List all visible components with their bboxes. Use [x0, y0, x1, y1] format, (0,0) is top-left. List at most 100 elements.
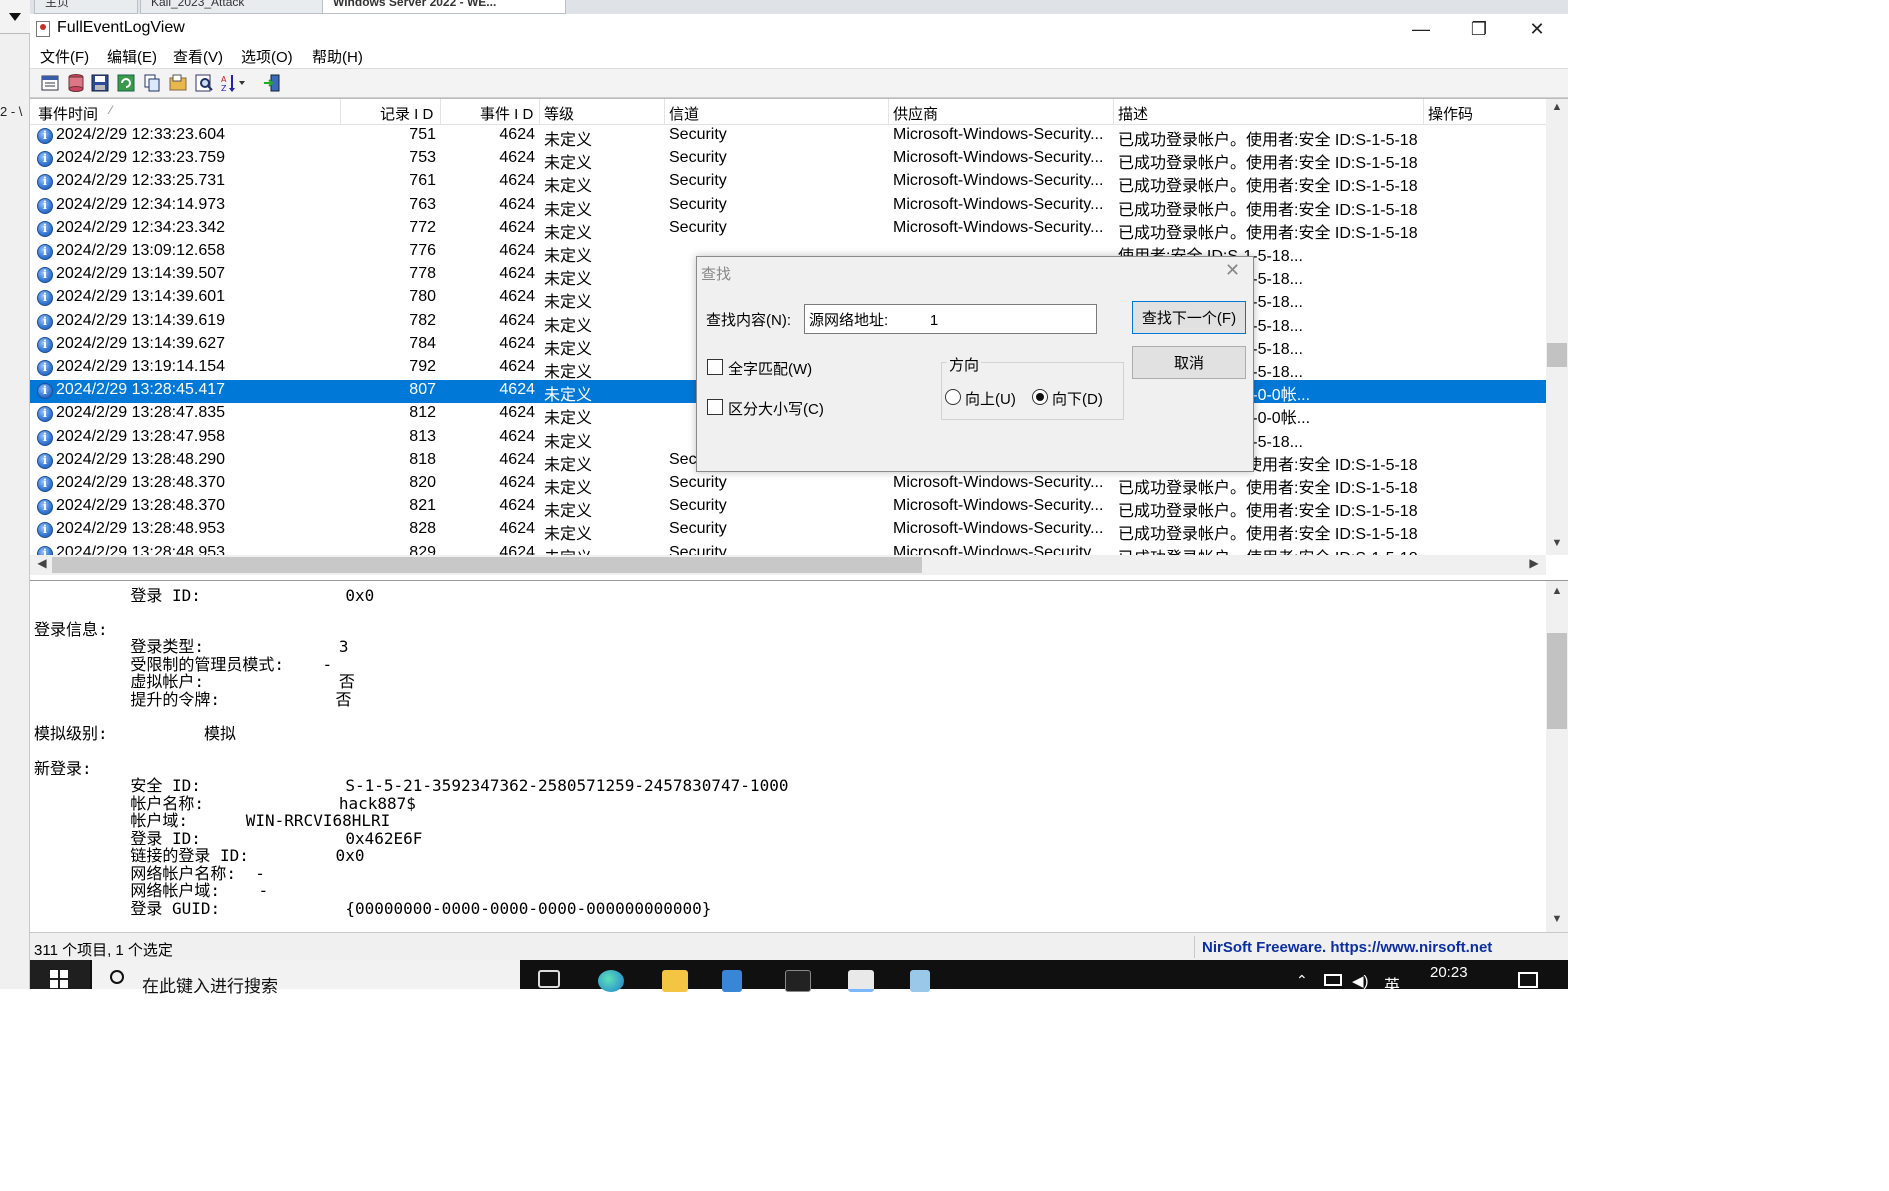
direction-down-label[interactable]: 向下(D) — [1052, 388, 1103, 409]
column-header-level[interactable]: 等级 — [544, 103, 574, 124]
menu-help[interactable]: 帮助(H) — [312, 46, 363, 67]
column-divider[interactable] — [1423, 99, 1424, 125]
notification-icon[interactable] — [1518, 972, 1538, 988]
table-row[interactable]: i 2024/2/29 13:28:48.370 820 4624 未定义 Securit… — [30, 473, 1546, 497]
table-row[interactable]: i 2024/2/29 12:33:25.731 761 4624 未定义 Securit… — [30, 171, 1546, 195]
find-what-input[interactable]: 源网络地址: 1 — [804, 304, 1097, 334]
column-header-time[interactable]: 事件时间 — [38, 103, 98, 124]
cell-level: 未定义 — [544, 224, 593, 242]
host-dropdown-button[interactable] — [0, 0, 30, 34]
edge-browser-icon[interactable] — [598, 970, 624, 992]
match-case-label[interactable]: 区分大小写(C) — [728, 398, 824, 419]
exit-icon[interactable] — [262, 73, 282, 93]
table-row[interactable]: i 2024/2/29 12:34:14.973 763 4624 未定义 Securit… — [30, 195, 1546, 219]
cell-event-id: 4624 — [499, 311, 535, 329]
database-icon[interactable] — [66, 73, 86, 93]
minimize-button[interactable]: — — [1392, 14, 1450, 44]
cell-provider: Microsoft-Windows-Security... — [893, 474, 1104, 491]
start-button[interactable] — [30, 960, 90, 989]
cell-event-time: 2024/2/29 13:09:12.658 — [56, 242, 226, 259]
table-row[interactable]: i 2024/2/29 12:33:23.604 751 4624 未定义 Securit… — [30, 125, 1546, 149]
scroll-down-arrow-icon[interactable]: ▼ — [1546, 913, 1568, 929]
cell-description: 已成功登录帐户。使用者:安全 ID:S-1-5-18... — [1118, 544, 1418, 555]
notepad-icon[interactable] — [910, 970, 930, 992]
scroll-left-arrow-icon[interactable]: ◀ — [34, 556, 50, 574]
column-header-provider[interactable]: 供应商 — [893, 103, 938, 124]
cell-event-time: 2024/2/29 12:34:14.973 — [56, 195, 226, 213]
whole-word-checkbox[interactable] — [707, 359, 723, 375]
toolbar: AZ — [30, 68, 1568, 98]
nirsoft-link[interactable]: NirSoft Freeware. https://www.nirsoft.ne… — [1202, 939, 1492, 956]
scroll-thumb[interactable] — [1547, 633, 1567, 729]
column-header-opcode[interactable]: 操作码 — [1428, 103, 1473, 124]
taskbar-search-box[interactable]: 在此键入进行搜索 — [92, 960, 520, 996]
column-divider[interactable] — [340, 99, 341, 125]
scroll-thumb[interactable] — [1547, 343, 1567, 367]
menu-options[interactable]: 选项(O) — [241, 46, 293, 67]
whole-word-label[interactable]: 全字匹配(W) — [728, 358, 812, 379]
column-divider[interactable] — [888, 99, 889, 125]
list-vertical-scrollbar[interactable]: ▲ ▼ — [1546, 99, 1568, 555]
maximize-button[interactable]: ❐ — [1450, 14, 1508, 44]
column-header-record-id[interactable]: 记录 I D — [380, 103, 433, 124]
tray-chevron-icon[interactable]: ⌃ — [1296, 972, 1308, 989]
column-header-description[interactable]: 描述 — [1118, 103, 1148, 124]
server-manager-icon[interactable] — [722, 970, 742, 992]
network-icon[interactable] — [1324, 974, 1342, 986]
column-divider[interactable] — [539, 99, 540, 125]
details-line: 虚拟帐户: 否 — [34, 672, 355, 691]
command-prompt-icon[interactable] — [785, 970, 811, 992]
direction-down-radio[interactable] — [1032, 389, 1048, 405]
scroll-right-arrow-icon[interactable]: ▶ — [1526, 556, 1542, 574]
scroll-down-arrow-icon[interactable]: ▼ — [1546, 537, 1568, 553]
find-icon[interactable] — [194, 73, 214, 93]
find-next-button[interactable]: 查找下一个(F) — [1132, 301, 1246, 334]
copy-icon[interactable] — [142, 73, 162, 93]
cell-event-id: 4624 — [499, 218, 535, 236]
html-report-icon[interactable] — [168, 73, 188, 93]
table-row[interactable]: i 2024/2/29 12:34:23.342 772 4624 未定义 Securit… — [30, 218, 1546, 242]
outer-tab-kali[interactable]: Kali_2023_Attack — [140, 0, 344, 14]
column-header-channel[interactable]: 信道 — [669, 103, 699, 124]
menu-view[interactable]: 查看(V) — [173, 46, 223, 67]
cell-level: 未定义 — [544, 248, 593, 265]
task-view-icon[interactable] — [538, 970, 560, 988]
direction-up-radio[interactable] — [945, 389, 961, 405]
column-header-event-id[interactable]: 事件 I D — [480, 103, 533, 124]
table-row[interactable]: i 2024/2/29 13:28:48.370 821 4624 未定义 Securit… — [30, 496, 1546, 520]
scroll-up-arrow-icon[interactable]: ▲ — [1546, 101, 1568, 117]
properties-icon[interactable] — [40, 73, 60, 93]
details-line: 登录类型: 3 — [34, 637, 349, 656]
column-divider[interactable] — [440, 99, 441, 125]
outer-tab-windows-server[interactable]: Windows Server 2022 - WE... — [322, 0, 566, 14]
scroll-thumb[interactable] — [52, 557, 922, 573]
menu-file[interactable]: 文件(F) — [40, 46, 89, 67]
outer-tab-home[interactable]: 主页 — [34, 0, 138, 14]
column-divider[interactable] — [664, 99, 665, 125]
details-vertical-scrollbar[interactable]: ▲ ▼ — [1546, 581, 1568, 932]
dialog-close-icon[interactable]: ✕ — [1225, 260, 1240, 281]
cell-provider: Microsoft-Windows-Security... — [893, 149, 1104, 167]
volume-icon[interactable]: ◀) — [1352, 972, 1369, 990]
list-horizontal-scrollbar[interactable]: ◀ ▶ — [30, 555, 1546, 575]
close-button[interactable]: ✕ — [1508, 14, 1566, 44]
refresh-icon[interactable] — [116, 73, 136, 93]
table-row[interactable]: i2024/2/29 13:28:48.953 829 4624 未定义 Securit… — [30, 543, 1546, 555]
outer-tab-strip: 主页 Kali_2023_Attack Windows Server 2022 … — [30, 0, 1568, 14]
cell-record-id: 780 — [409, 288, 436, 306]
sort-icon[interactable]: AZ — [220, 73, 246, 93]
cell-provider: Microsoft-Windows-Security... — [893, 497, 1104, 515]
fulleventlogview-taskbar-icon[interactable] — [848, 970, 874, 992]
menu-edit[interactable]: 编辑(E) — [107, 46, 157, 67]
file-explorer-icon[interactable] — [662, 970, 688, 992]
scroll-up-arrow-icon[interactable]: ▲ — [1546, 585, 1568, 601]
column-divider[interactable] — [1113, 99, 1114, 125]
taskbar-clock[interactable]: 20:23 — [1430, 964, 1468, 981]
table-row[interactable]: i 2024/2/29 12:33:23.759 753 4624 未定义 Securit… — [30, 148, 1546, 172]
cancel-button[interactable]: 取消 — [1132, 346, 1246, 379]
save-icon[interactable] — [90, 73, 110, 93]
table-row[interactable]: i 2024/2/29 13:28:48.953 828 4624 未定义 Securit… — [30, 519, 1546, 543]
input-method-indicator[interactable]: 英 — [1384, 972, 1400, 996]
direction-up-label[interactable]: 向上(U) — [965, 388, 1016, 409]
match-case-checkbox[interactable] — [707, 399, 723, 415]
